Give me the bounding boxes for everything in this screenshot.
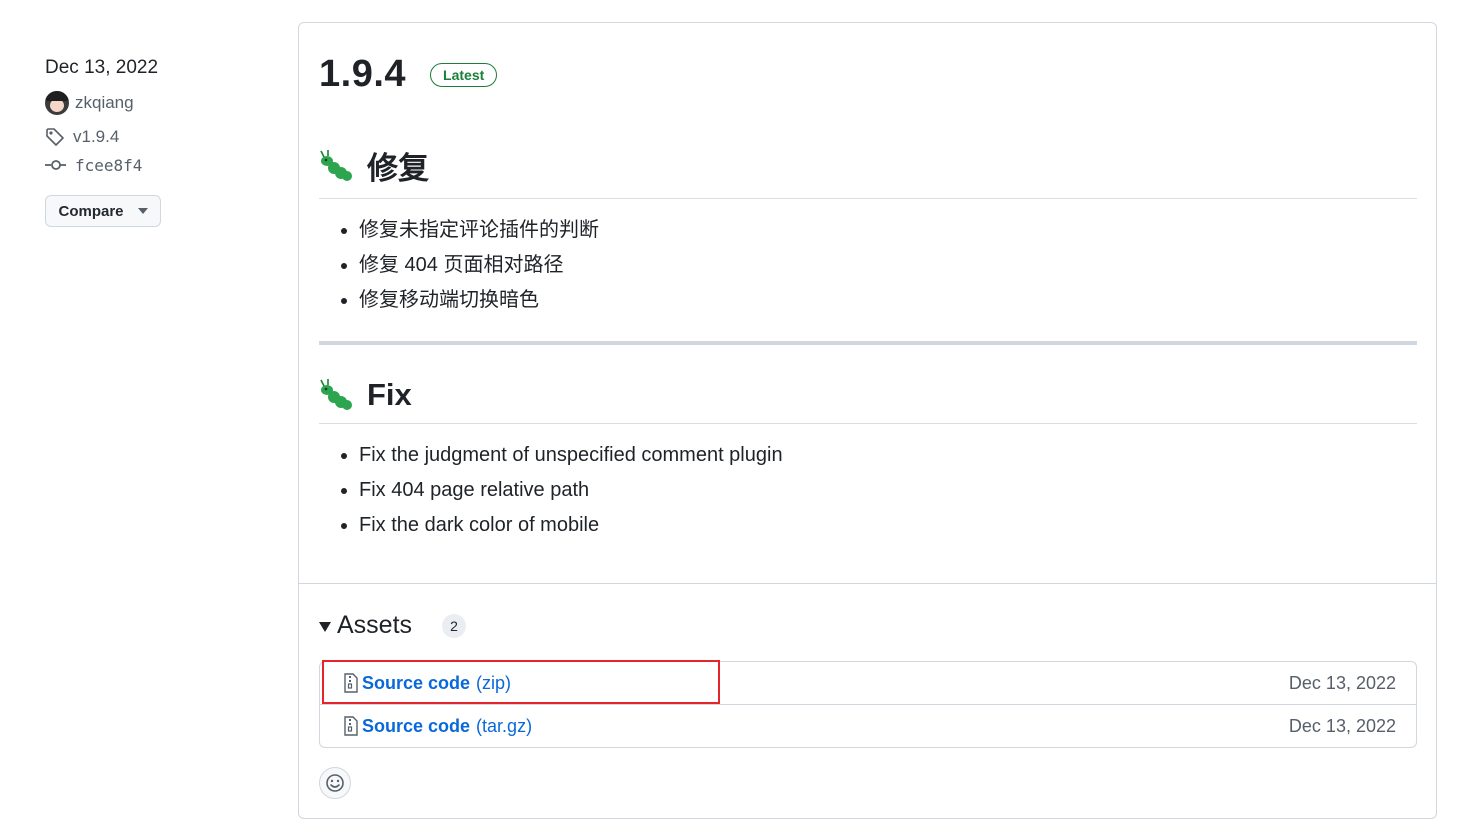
assets-divider [299, 583, 1436, 584]
asset-name: Source code [362, 715, 471, 736]
release-section-cn: 修复 修复未指定评论插件的判断 修复 404 页面相对路径 修复移动端切换暗色 [319, 143, 1417, 318]
chevron-down-icon [137, 208, 148, 214]
asset-name: Source code [362, 672, 471, 693]
section-title: Fix [367, 377, 412, 412]
list-item: 修复移动端切换暗色 [359, 283, 1417, 318]
commit-icon [45, 160, 66, 170]
bug-icon [320, 379, 352, 410]
file-zip-icon [344, 716, 358, 736]
list-item: 修复 404 页面相对路径 [359, 248, 1417, 283]
change-list: Fix the judgment of unspecified comment … [319, 438, 1417, 543]
smiley-icon [326, 774, 344, 792]
list-item: 修复未指定评论插件的判断 [359, 213, 1417, 248]
avatar[interactable] [45, 91, 69, 115]
list-item: Fix 404 page relative path [359, 473, 1417, 508]
asset-format: (tar.gz) [476, 715, 533, 736]
release-card: 1.9.4 Latest 修复 修复未指定评论插件的判断 修复 404 页面相对… [298, 22, 1437, 819]
commit-row[interactable]: fcee8f4 [45, 153, 265, 177]
latest-badge: Latest [430, 62, 498, 87]
assets-toggle[interactable]: Assets 2 [319, 611, 467, 640]
release-version[interactable]: 1.9.4 [319, 53, 406, 96]
file-zip-icon [344, 673, 358, 693]
tag-row[interactable]: v1.9.4 [45, 125, 265, 149]
source-code-targz-link[interactable]: Source code (tar.gz) [342, 716, 532, 737]
triangle-down-icon [319, 622, 331, 632]
change-list: 修复未指定评论插件的判断 修复 404 页面相对路径 修复移动端切换暗色 [319, 213, 1417, 318]
section-heading: Fix [319, 377, 1417, 424]
compare-label: Compare [58, 202, 124, 220]
author-row[interactable]: zkqiang [45, 91, 265, 115]
tag-label[interactable]: v1.9.4 [73, 127, 119, 147]
asset-row: Source code (tar.gz) Dec 13, 2022 [320, 704, 1416, 747]
asset-row: Source code (zip) Dec 13, 2022 [320, 660, 1416, 704]
release-meta: Dec 13, 2022 zkqiang v1.9.4 fcee8f4 Comp… [45, 55, 265, 227]
assets-title: Assets [337, 611, 413, 639]
asset-list: Source code (zip) Dec 13, 2022 Source co… [319, 660, 1417, 748]
assets-count-badge: 2 [442, 613, 467, 638]
author-name[interactable]: zkqiang [75, 93, 134, 113]
list-item: Fix the judgment of unspecified comment … [359, 438, 1417, 473]
compare-button[interactable]: Compare [45, 195, 161, 227]
section-heading: 修复 [319, 143, 1417, 199]
section-title: 修复 [367, 151, 429, 186]
add-reaction-button[interactable] [319, 767, 351, 799]
release-date: Dec 13, 2022 [45, 57, 159, 78]
release-title-row: 1.9.4 Latest [319, 53, 498, 96]
list-item: Fix the dark color of mobile [359, 508, 1417, 543]
bug-icon [320, 149, 352, 181]
release-section-en: Fix Fix the judgment of unspecified comm… [319, 377, 1417, 543]
asset-date: Dec 13, 2022 [1288, 715, 1396, 736]
section-divider [319, 341, 1417, 345]
asset-format: (zip) [476, 672, 512, 693]
asset-date: Dec 13, 2022 [1288, 672, 1396, 693]
tag-icon [46, 128, 64, 146]
source-code-zip-link[interactable]: Source code (zip) [342, 673, 511, 694]
commit-hash[interactable]: fcee8f4 [75, 156, 142, 175]
